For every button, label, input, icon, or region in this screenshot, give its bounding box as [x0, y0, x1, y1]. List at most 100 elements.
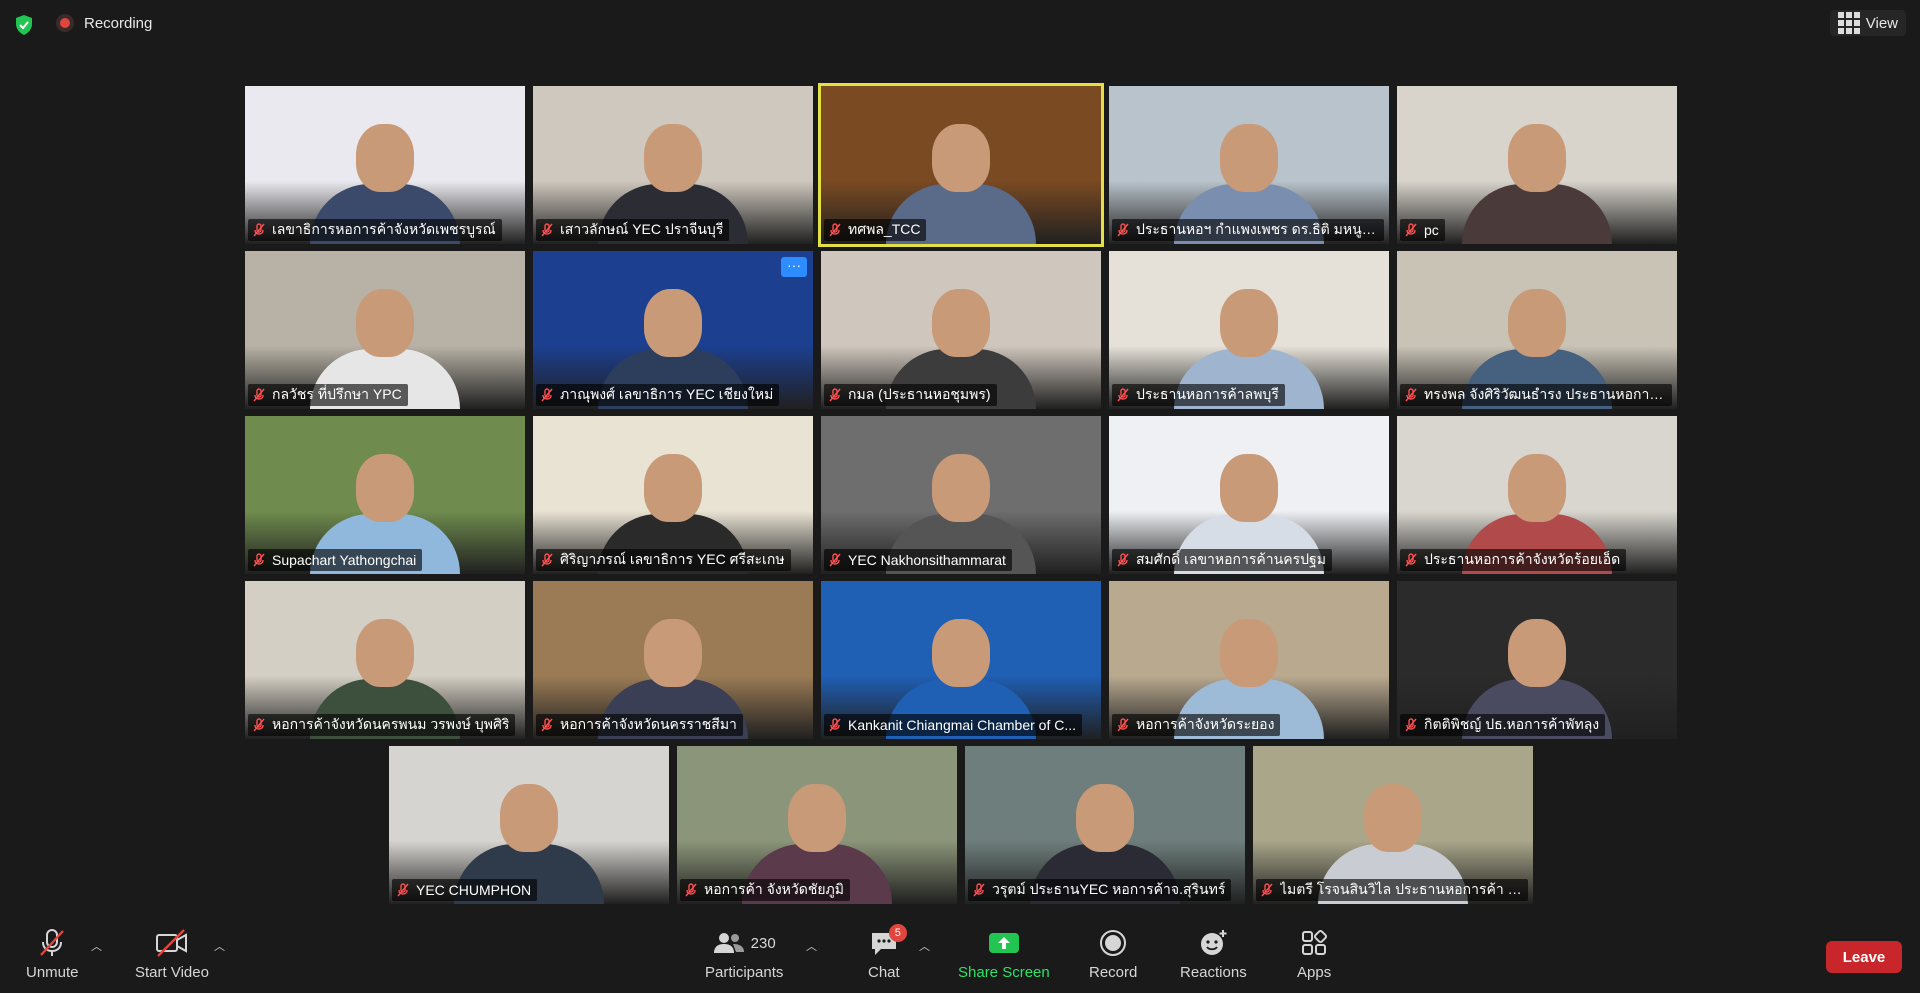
participant-name-bar: เสาวลักษณ์ YEC ปราจีนบุรี	[536, 219, 730, 241]
muted-mic-icon	[1260, 883, 1274, 897]
participant-video-tile[interactable]: Kankanit Chiangmai Chamber of C...	[821, 581, 1101, 739]
participant-name: ภาณุพงศ์ เลขาธิการ YEC เชียงใหม่	[560, 386, 774, 402]
record-icon	[1098, 928, 1128, 958]
participant-name-bar: หอการค้า จังหวัดชัยภูมิ	[680, 879, 850, 901]
participant-name-bar: ประธานหอการค้าจังหวัดร้อยเอ็ด	[1400, 549, 1627, 571]
participants-options-caret-icon[interactable]: ︿	[806, 938, 817, 954]
muted-mic-icon	[540, 223, 554, 237]
participant-video-tile[interactable]: เสาวลักษณ์ YEC ปราจีนบุรี	[533, 86, 813, 244]
participant-name: ทศพล_TCC	[848, 221, 921, 237]
participant-name: หอการค้าจังหวัดระยอง	[1136, 716, 1275, 732]
participant-name-bar: เลขาธิการหอการค้าจังหวัดเพชรบูรณ์	[248, 219, 502, 241]
audio-options-caret-icon[interactable]: ︿	[91, 938, 102, 954]
unmute-label: Unmute	[26, 964, 79, 981]
participant-video-tile[interactable]: สมศักดิ์ เลขาหอการค้านครปฐม	[1109, 416, 1389, 574]
participant-name-bar: ภาณุพงศ์ เลขาธิการ YEC เชียงใหม่	[536, 384, 780, 406]
start-video-label: Start Video	[135, 964, 209, 981]
muted-mic-icon	[540, 718, 554, 732]
participant-video-tile[interactable]: หอการค้าจังหวัดระยอง	[1109, 581, 1389, 739]
participant-video-tile[interactable]: หอการค้าจังหวัดนครพนม วรพงษ์ บุพศิริ	[245, 581, 525, 739]
participant-name-bar: หอการค้าจังหวัดระยอง	[1112, 714, 1281, 736]
muted-mic-icon	[828, 553, 842, 567]
muted-mic-icon	[252, 553, 266, 567]
participant-name-bar: YEC CHUMPHON	[392, 879, 538, 901]
participant-name-bar: กลวัชร ที่ปรึกษา YPC	[248, 384, 408, 406]
video-options-caret-icon[interactable]: ︿	[214, 938, 225, 954]
muted-mic-icon	[1404, 388, 1418, 402]
participant-video-tile[interactable]: ··· ภาณุพงศ์ เลขาธิการ YEC เชียงใหม่	[533, 251, 813, 409]
participant-video-tile[interactable]: pc	[1397, 86, 1677, 244]
participant-video-tile[interactable]: หอการค้าจังหวัดนครราชสีมา	[533, 581, 813, 739]
participant-name-bar: ประธานหอการค้าลพบุรี	[1112, 384, 1285, 406]
participant-video-tile[interactable]: Supachart Yathongchai	[245, 416, 525, 574]
reactions-smile-icon	[1198, 928, 1228, 958]
muted-mic-icon	[828, 718, 842, 732]
muted-mic-icon	[1116, 223, 1130, 237]
meeting-toolbar: Unmute ︿ Start Video ︿ 230 Participants …	[0, 920, 1920, 993]
participant-name-bar: สมศักดิ์ เลขาหอการค้านครปฐม	[1112, 549, 1332, 571]
participant-video-tile[interactable]: ทรงพล จังศิริวัฒนธำรง ประธานหอการค้...	[1397, 251, 1677, 409]
chat-options-caret-icon[interactable]: ︿	[919, 938, 930, 954]
apps-label: Apps	[1297, 964, 1332, 981]
participant-video-tile[interactable]: ทศพล_TCC	[818, 83, 1104, 247]
participant-name: กมล (ประธานหอชุมพร)	[848, 386, 991, 402]
muted-mic-icon	[1404, 223, 1418, 237]
participant-name-bar: หอการค้าจังหวัดนครพนม วรพงษ์ บุพศิริ	[248, 714, 516, 736]
apps-button[interactable]: Apps	[1297, 928, 1331, 981]
reactions-button[interactable]: Reactions	[1180, 928, 1247, 981]
participant-video-tile[interactable]: เลขาธิการหอการค้าจังหวัดเพชรบูรณ์	[245, 86, 525, 244]
participant-video-tile[interactable]: หอการค้า จังหวัดชัยภูมิ	[677, 746, 957, 904]
participant-name: YEC CHUMPHON	[416, 882, 532, 898]
muted-mic-icon	[252, 388, 266, 402]
video-gallery: เลขาธิการหอการค้าจังหวัดเพชรบูรณ์ เสาวลัก…	[0, 0, 1920, 920]
more-options-button[interactable]: ···	[781, 257, 807, 277]
participant-name: สมศักดิ์ เลขาหอการค้านครปฐม	[1136, 551, 1326, 567]
chat-label: Chat	[868, 964, 900, 981]
muted-mic-icon	[252, 718, 266, 732]
participant-video-tile[interactable]: ศิริญาภรณ์ เลขาธิการ YEC ศรีสะเกษ	[533, 416, 813, 574]
participant-video-tile[interactable]: กิตติพิชญ์ ปธ.หอการค้าพัทลุง	[1397, 581, 1677, 739]
participant-name-bar: วรุตม์ ประธานYEC หอการค้าจ.สุรินทร์	[968, 879, 1232, 901]
chat-icon: 5	[869, 924, 907, 958]
participant-name: ไมตรี โรจนสินวิไล ประธานหอการค้า จัง...	[1280, 881, 1522, 897]
muted-mic-icon	[1116, 388, 1130, 402]
participant-video-tile[interactable]: ประธานหอการค้าลพบุรี	[1109, 251, 1389, 409]
muted-microphone-icon	[36, 928, 68, 958]
participant-name-bar: pc	[1400, 219, 1445, 241]
leave-button[interactable]: Leave	[1826, 941, 1902, 973]
chat-button[interactable]: 5 Chat	[868, 924, 907, 981]
participants-label: Participants	[705, 964, 784, 981]
unmute-button[interactable]: Unmute	[26, 928, 79, 981]
participant-name: ศิริญาภรณ์ เลขาธิการ YEC ศรีสะเกษ	[560, 551, 785, 567]
participant-name-bar: ไมตรี โรจนสินวิไล ประธานหอการค้า จัง...	[1256, 879, 1528, 901]
start-video-button[interactable]: Start Video	[135, 928, 209, 981]
muted-mic-icon	[540, 388, 554, 402]
participant-video-tile[interactable]: วรุตม์ ประธานYEC หอการค้าจ.สุรินทร์	[965, 746, 1245, 904]
muted-mic-icon	[1404, 718, 1418, 732]
participant-name: ทรงพล จังศิริวัฒนธำรง ประธานหอการค้...	[1424, 386, 1666, 402]
participants-count: 230	[750, 934, 776, 952]
participant-video-tile[interactable]: ประธานหอการค้าจังหวัดร้อยเอ็ด	[1397, 416, 1677, 574]
participant-video-tile[interactable]: YEC CHUMPHON	[389, 746, 669, 904]
share-screen-button[interactable]: Share Screen	[958, 928, 1050, 981]
participant-video-tile[interactable]: กลวัชร ที่ปรึกษา YPC	[245, 251, 525, 409]
participant-name: Kankanit Chiangmai Chamber of C...	[848, 717, 1076, 733]
participant-video-tile[interactable]: กมล (ประธานหอชุมพร)	[821, 251, 1101, 409]
participant-name: หอการค้าจังหวัดนครราชสีมา	[560, 716, 737, 732]
share-screen-label: Share Screen	[958, 964, 1050, 981]
muted-mic-icon	[396, 883, 410, 897]
participant-name-bar: Supachart Yathongchai	[248, 549, 423, 571]
muted-mic-icon	[1116, 718, 1130, 732]
participant-video-tile[interactable]: ประธานหอฯ กำแพงเพชร ดร.ธิติ มหนูญ...	[1109, 86, 1389, 244]
participant-name-bar: หอการค้าจังหวัดนครราชสีมา	[536, 714, 743, 736]
participant-name: ประธานหอการค้าจังหวัดร้อยเอ็ด	[1424, 551, 1621, 567]
participant-name-bar: กิตติพิชญ์ ปธ.หอการค้าพัทลุง	[1400, 714, 1606, 736]
share-screen-icon	[988, 928, 1020, 958]
participants-button[interactable]: 230 Participants	[705, 928, 783, 981]
participant-video-tile[interactable]: ไมตรี โรจนสินวิไล ประธานหอการค้า จัง...	[1253, 746, 1533, 904]
participant-name: ประธานหอการค้าลพบุรี	[1136, 386, 1279, 402]
reactions-label: Reactions	[1180, 964, 1247, 981]
participant-name-bar: ทรงพล จังศิริวัฒนธำรง ประธานหอการค้...	[1400, 384, 1672, 406]
participant-video-tile[interactable]: YEC Nakhonsithammarat	[821, 416, 1101, 574]
record-button[interactable]: Record	[1089, 928, 1137, 981]
